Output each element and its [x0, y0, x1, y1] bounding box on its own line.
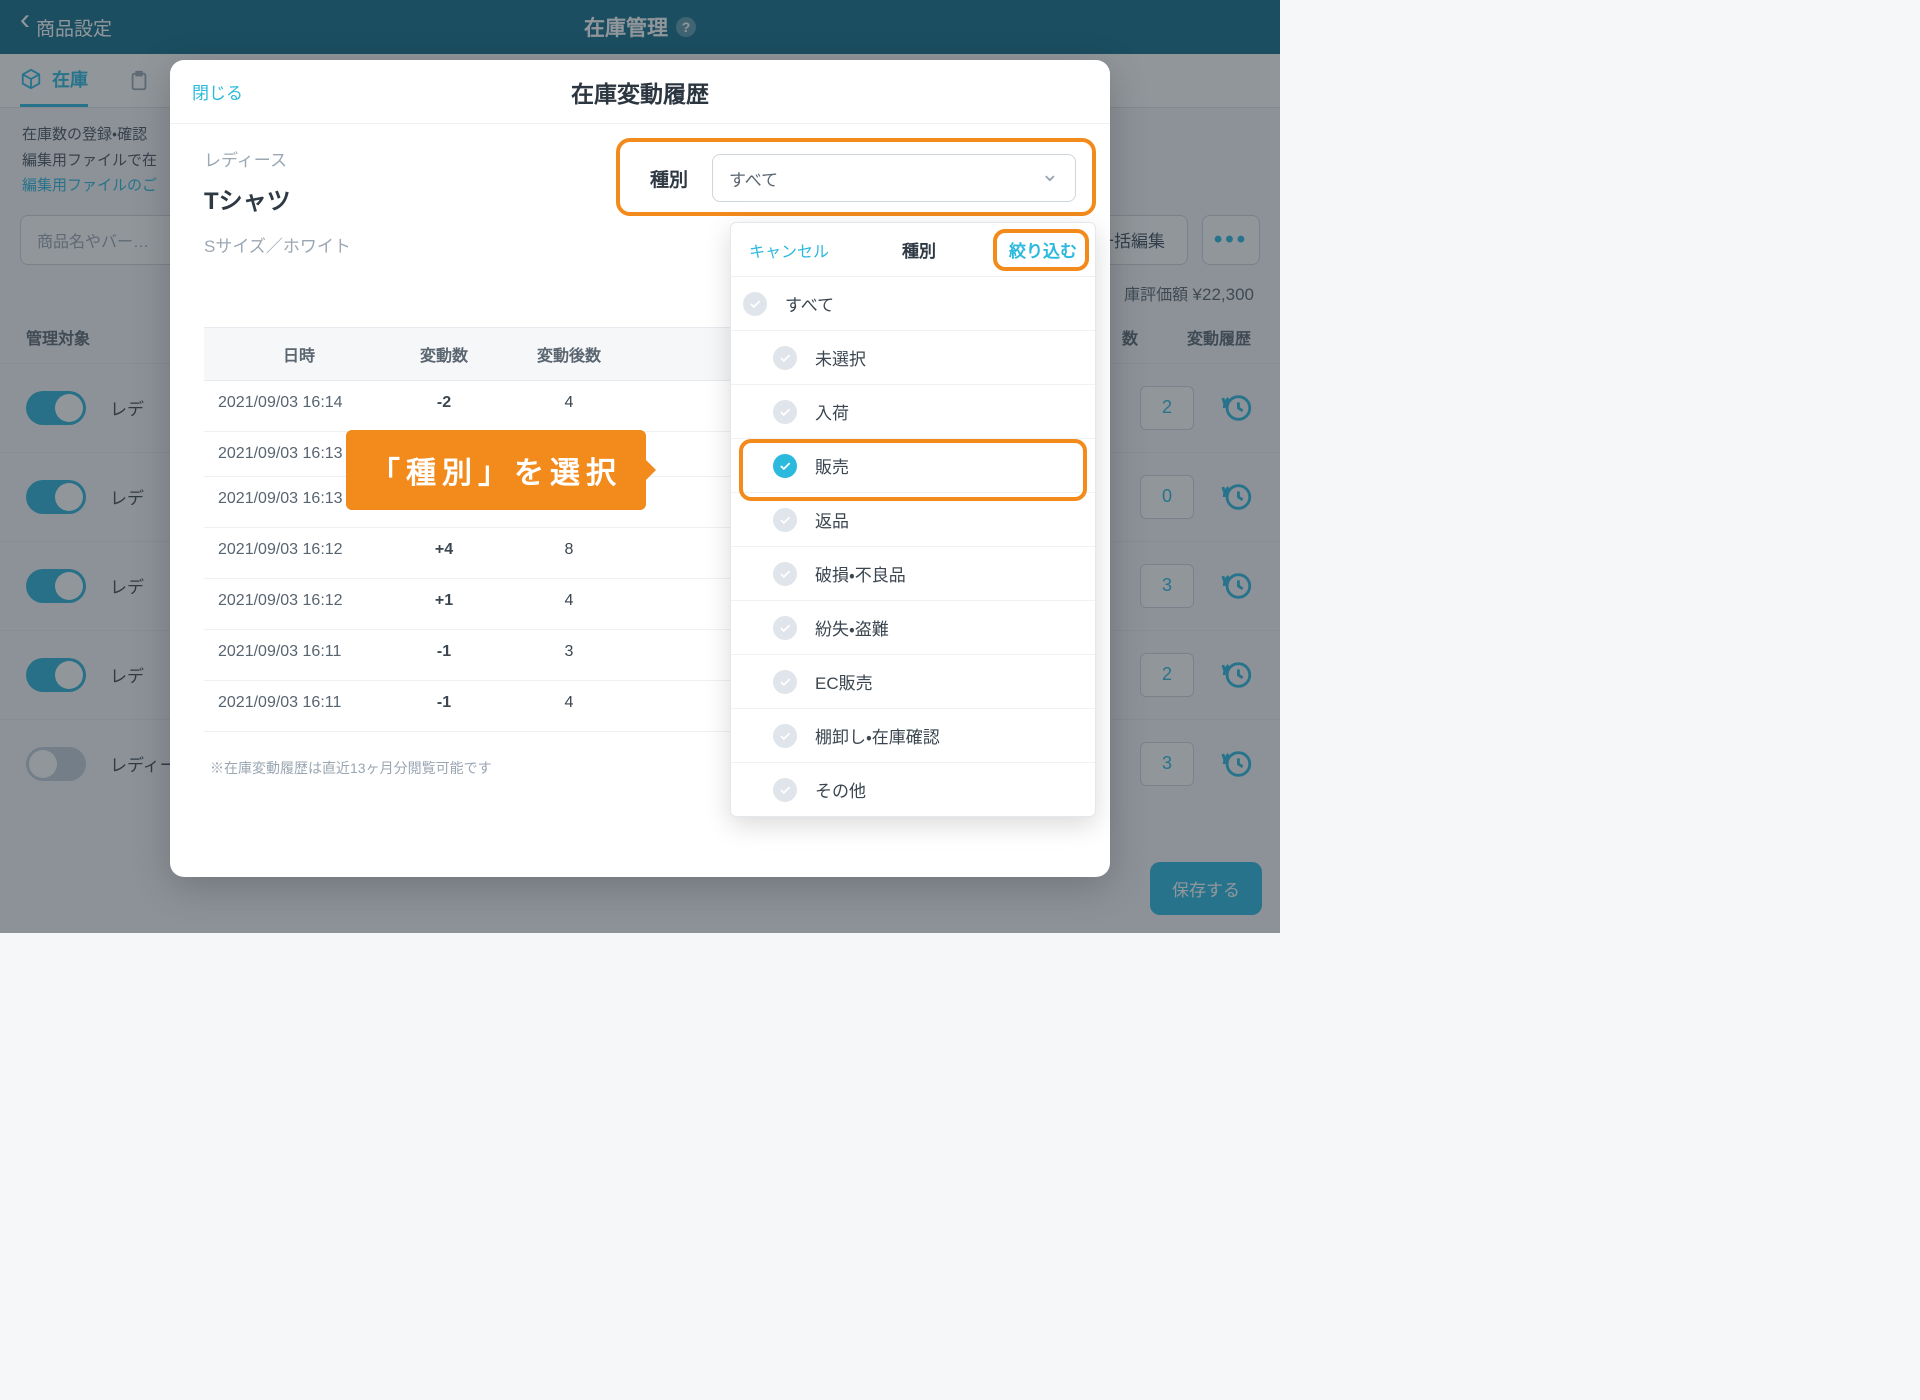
dropdown-option-label: その他 — [815, 777, 866, 802]
check-icon — [773, 562, 797, 586]
dropdown-option-label: EC販売 — [815, 669, 873, 694]
dropdown-option-label: 入荷 — [815, 399, 849, 424]
dropdown-option[interactable]: 入荷 — [731, 384, 1095, 438]
dropdown-option[interactable]: 破損・不良品 — [731, 546, 1095, 600]
check-icon — [773, 400, 797, 424]
chevron-down-icon — [1041, 165, 1059, 191]
check-icon — [743, 292, 767, 316]
dropdown-option[interactable]: その他 — [731, 762, 1095, 816]
dropdown-option[interactable]: EC販売 — [731, 654, 1095, 708]
dropdown-option[interactable]: 棚卸し・在庫確認 — [731, 708, 1095, 762]
dropdown-option-label: すべて — [785, 291, 834, 316]
dropdown-option-label: 紛失・盗難 — [815, 615, 889, 640]
modal-close-button[interactable]: 閉じる — [192, 79, 243, 104]
check-icon — [773, 346, 797, 370]
dropdown-list[interactable]: すべて未選択入荷販売返品破損・不良品紛失・盗難EC販売棚卸し・在庫確認その他 — [731, 277, 1095, 816]
mth-datetime: 日時 — [214, 342, 384, 366]
mth-diff: 変動数 — [384, 342, 504, 366]
type-filter-row: 種別 すべて — [650, 154, 1076, 202]
type-filter-label: 種別 — [650, 165, 688, 192]
check-icon — [773, 616, 797, 640]
annotation-callout: 「種別」を選択 — [346, 430, 646, 510]
dropdown-cancel-button[interactable]: キャンセル — [749, 238, 829, 262]
dropdown-option[interactable]: 未選択 — [731, 330, 1095, 384]
dropdown-option[interactable]: 紛失・盗難 — [731, 600, 1095, 654]
type-filter-select[interactable]: すべて — [712, 154, 1076, 202]
dropdown-option[interactable]: すべて — [731, 277, 1095, 330]
highlight-selected — [739, 439, 1087, 501]
modal-title: 在庫変動履歴 — [571, 75, 709, 109]
check-icon — [773, 724, 797, 748]
dropdown-option-label: 未選択 — [815, 345, 866, 370]
highlight-apply — [993, 229, 1089, 271]
check-icon — [773, 778, 797, 802]
check-icon — [773, 670, 797, 694]
modal-header: 閉じる 在庫変動履歴 — [170, 60, 1110, 124]
type-filter-value: すべて — [729, 166, 778, 191]
type-filter-dropdown: キャンセル 種別 絞り込む すべて未選択入荷販売返品破損・不良品紛失・盗難EC販… — [730, 222, 1096, 817]
dropdown-option-label: 破損・不良品 — [815, 561, 906, 586]
dropdown-option-label: 棚卸し・在庫確認 — [815, 723, 940, 748]
mth-after: 変動後数 — [504, 342, 634, 366]
check-icon — [773, 508, 797, 532]
dropdown-option-label: 返品 — [815, 507, 849, 532]
dropdown-title: 種別 — [902, 237, 936, 262]
